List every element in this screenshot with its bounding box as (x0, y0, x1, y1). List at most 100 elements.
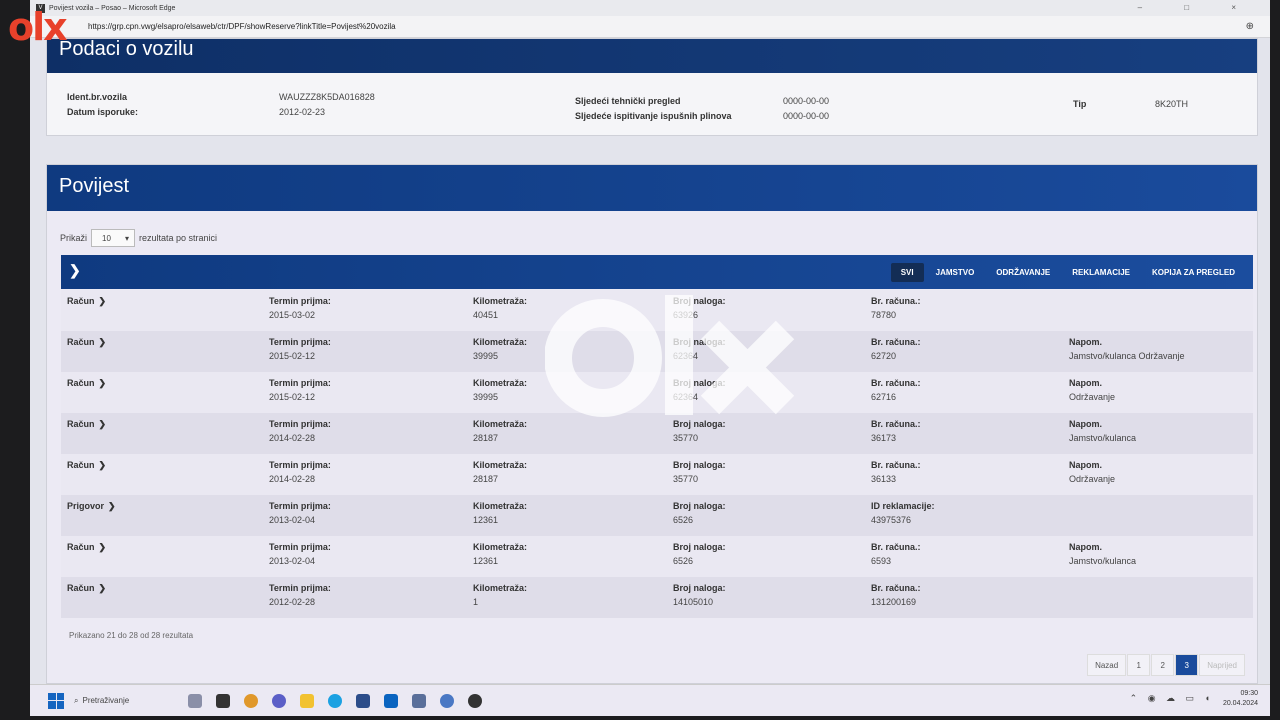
row-type-label: Prigovor (67, 501, 105, 511)
reference-cell: Br. računa.: 36173 (871, 419, 921, 443)
history-row: Račun ❯ Termin prijma: 2012-02-28 Kilometraž… (61, 577, 1253, 618)
chat-icon[interactable] (272, 693, 286, 708)
taskbar-search[interactable]: ⌕ Pretraživanje (74, 696, 174, 706)
date-label: Termin prijma: (269, 296, 331, 306)
filter-claims[interactable]: REKLAMACIJE (1062, 263, 1140, 282)
date-label: Termin prijma: (269, 501, 331, 511)
reference-value: 36133 (871, 474, 897, 484)
next-page-button[interactable]: Naprijed (1199, 654, 1245, 676)
mileage-value: 28187 (473, 474, 499, 484)
taskbar: ⌕ Pretraživanje ⌃ ◉ ☁ ▭ ◖ 09:30 20.04.20… (30, 684, 1270, 716)
mileage-cell: Kilometraža: 40451 (473, 296, 527, 320)
window-titlebar: V Povijest vozila – Posao – Microsoft Ed… (30, 0, 1270, 16)
mileage-label: Kilometraža: (473, 296, 528, 306)
filter-maintenance[interactable]: ODRŽAVANJE (986, 263, 1060, 282)
pagination: Nazad 1 2 3 Naprijed (1086, 654, 1245, 676)
date-label: Termin prijma: (269, 419, 331, 429)
vehicle-panel-title: Podaci o vozilu (47, 39, 1257, 73)
vin-value: WAUZZZ8K5DA016828 (279, 92, 375, 102)
window-controls[interactable]: – □ × (1138, 3, 1256, 12)
chevron-right-icon[interactable]: ❯ (69, 262, 81, 279)
date-value: 2014-02-28 (269, 433, 316, 443)
globe-app-icon[interactable] (468, 693, 482, 708)
row-type-label: Račun (67, 419, 95, 429)
inspection-label: Sljedeći tehnički pregled (575, 96, 681, 106)
order-number-label: Broj naloga: (673, 337, 726, 347)
calculator-icon[interactable] (412, 693, 426, 708)
chrome-icon[interactable] (244, 693, 258, 708)
clock[interactable]: 09:30 20.04.2024 (1223, 689, 1258, 709)
order-number-value: 62364 (673, 351, 699, 361)
date-cell: Termin prijma: 2014-02-28 (269, 419, 331, 443)
row-type-label: Račun (67, 460, 95, 470)
row-type-link[interactable]: Račun ❯ (67, 378, 106, 389)
address-bar[interactable]: https://grp.cpn.vwg/elsapro/elsaweb/ctr/… (30, 16, 1270, 38)
network-app-icon[interactable] (440, 693, 454, 708)
history-row: Račun ❯ Termin prijma: 2014-02-28 Kilometraž… (61, 454, 1253, 495)
order-number-cell: Broj naloga: 35770 (673, 460, 726, 484)
row-type-link[interactable]: Prigovor ❯ (67, 501, 116, 512)
mileage-cell: Kilometraža: 28187 (473, 460, 527, 484)
row-type-link[interactable]: Račun ❯ (67, 296, 106, 307)
row-type-link[interactable]: Račun ❯ (67, 542, 106, 553)
date-value: 2013-02-04 (269, 556, 316, 566)
page-2-button[interactable]: 2 (1151, 654, 1175, 676)
mileage-label: Kilometraža: (473, 378, 528, 388)
order-number-label: Broj naloga: (673, 460, 726, 470)
vehicle-info-panel: Podaci o vozilu Ident.br.vozila WAUZZZ8K… (46, 38, 1258, 136)
row-type-link[interactable]: Račun ❯ (67, 460, 106, 471)
per-page-prefix: Prikaži (60, 233, 88, 243)
filter-inspection-copy[interactable]: KOPIJA ZA PREGLED (1142, 263, 1245, 282)
filter-warranty[interactable]: JAMSTVO (926, 263, 985, 282)
note-cell: Napom. Održavanje (1069, 460, 1115, 484)
page-3-button[interactable]: 3 (1175, 654, 1199, 676)
outlook-icon[interactable] (384, 693, 398, 708)
type-value: 8K20TH (1155, 99, 1189, 109)
system-tray-icons[interactable]: ⌃ ◉ ☁ ▭ ◖ (1130, 693, 1214, 704)
chevron-right-icon: ❯ (98, 378, 107, 388)
chevron-down-icon: ▾ (125, 233, 130, 243)
history-row: Račun ❯ Termin prijma: 2015-03-02 Kilometraž… (61, 290, 1253, 331)
url-text[interactable]: https://grp.cpn.vwg/elsapro/elsaweb/ctr/… (88, 22, 396, 31)
per-page-control: Prikaži 10 ▾ rezultata po stranici (60, 229, 217, 247)
type-label: Tip (1073, 99, 1087, 109)
per-page-select[interactable]: 10 ▾ (91, 229, 136, 247)
file-explorer-icon[interactable] (300, 693, 314, 708)
weather-icon[interactable] (188, 693, 202, 708)
row-type-label: Račun (67, 542, 95, 552)
reference-value: 62720 (871, 351, 897, 361)
page-1-button[interactable]: 1 (1127, 654, 1151, 676)
mileage-label: Kilometraža: (473, 460, 528, 470)
row-type-link[interactable]: Račun ❯ (67, 583, 106, 594)
note-label: Napom. (1069, 542, 1103, 552)
store-icon[interactable] (356, 693, 370, 708)
reference-label: Br. računa.: (871, 419, 921, 429)
mileage-cell: Kilometraža: 39995 (473, 337, 527, 361)
history-row: Račun ❯ Termin prijma: 2013-02-04 Kilometraž… (61, 536, 1253, 577)
filter-all[interactable]: SVI (890, 263, 924, 282)
date-value: 2015-03-02 (269, 310, 316, 320)
order-number-label: Broj naloga: (673, 378, 726, 388)
prev-page-button[interactable]: Nazad (1087, 654, 1127, 676)
per-page-value: 10 (102, 233, 111, 243)
row-type-link[interactable]: Račun ❯ (67, 337, 106, 348)
chevron-right-icon: ❯ (98, 542, 107, 552)
row-type-link[interactable]: Račun ❯ (67, 419, 106, 430)
windows-start-icon[interactable] (48, 692, 64, 709)
note-cell: Napom. Jamstvo/kulanca (1069, 419, 1136, 443)
date-cell: Termin prijma: 2015-02-12 (269, 337, 331, 361)
task-view-icon[interactable] (216, 693, 230, 708)
row-type-label: Račun (67, 337, 95, 347)
order-number-value: 62364 (673, 392, 699, 402)
reference-label: Br. računa.: (871, 583, 921, 593)
emission-value: 0000-00-00 (783, 111, 830, 121)
edge-icon[interactable] (328, 693, 342, 708)
reference-value: 43975376 (871, 515, 912, 525)
zoom-icon[interactable]: ⊕ (1246, 21, 1254, 32)
order-number-cell: Broj naloga: 63926 (673, 296, 726, 320)
history-row: Prigovor ❯ Termin prijma: 2013-02-04 Kilomet… (61, 495, 1253, 536)
monitor-screen: V Povijest vozila – Posao – Microsoft Ed… (30, 0, 1270, 716)
row-type-label: Račun (67, 583, 95, 593)
order-number-label: Broj naloga: (673, 296, 726, 306)
reference-label: Br. računa.: (871, 378, 921, 388)
